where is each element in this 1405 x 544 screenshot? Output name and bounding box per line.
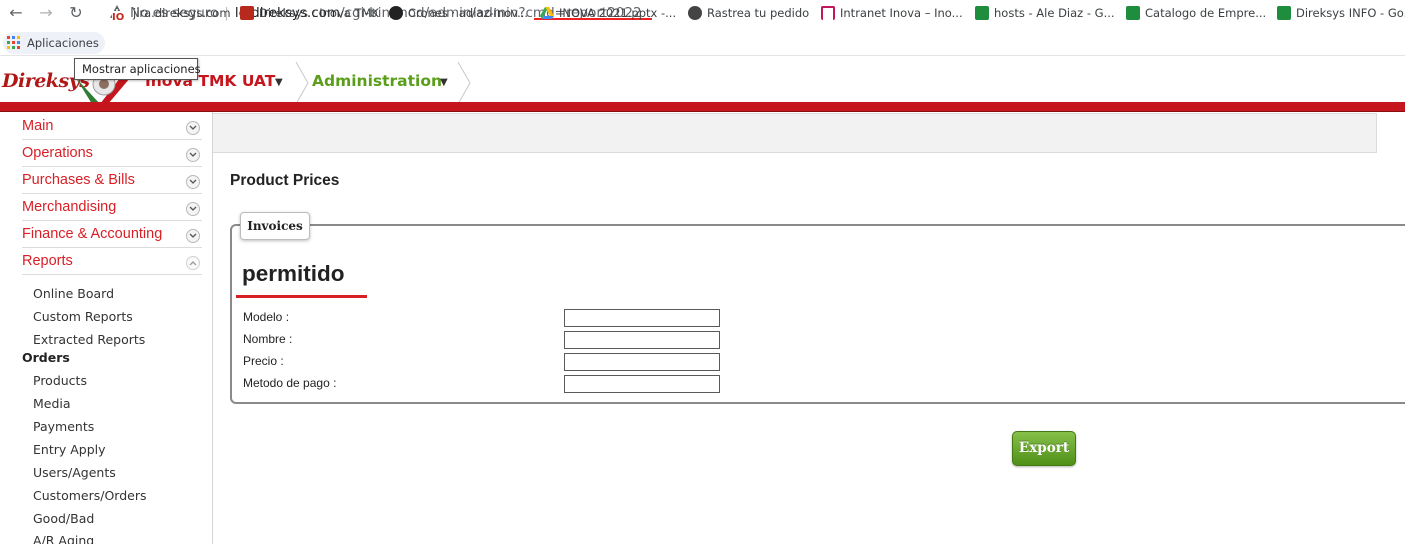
sidebar-section-label: Finance & Accounting bbox=[22, 226, 163, 242]
modelo-label: Modelo : bbox=[243, 310, 290, 324]
bookmark-direksys[interactable]: Direksys : Inova TMK bbox=[240, 5, 379, 23]
bookmark-hosts[interactable]: hosts - Ale Diaz - G... bbox=[975, 5, 1115, 23]
bookmark-label: jira.direksys.com bbox=[133, 6, 231, 20]
chevron-down-icon[interactable] bbox=[186, 148, 200, 162]
precio-label: Precio : bbox=[243, 354, 284, 368]
sidebar-item-online-board[interactable]: Online Board bbox=[33, 286, 114, 301]
metodo-pago-label: Metodo de pago : bbox=[243, 376, 337, 390]
sidebar-section-merchandising[interactable]: Merchandising bbox=[22, 194, 202, 221]
bookmark-label: Aplicaciones bbox=[27, 36, 99, 50]
bookmark-label: INOVA 2021.pptx -... bbox=[559, 6, 677, 20]
sidebar-section-purchases[interactable]: Purchases & Bills bbox=[22, 167, 202, 194]
sidebar-section-operations[interactable]: Operations bbox=[22, 140, 202, 167]
metodo-pago-input[interactable] bbox=[564, 375, 720, 393]
sidebar-section-label: Merchandising bbox=[22, 199, 117, 215]
sidebar-item-custom-reports[interactable]: Custom Reports bbox=[33, 309, 133, 324]
bookmark-intranet[interactable]: Intranet Inova – Ino... bbox=[821, 5, 963, 23]
direksys-icon bbox=[240, 6, 254, 20]
back-icon[interactable]: ← bbox=[6, 3, 26, 23]
sidebar-section-label: Reports bbox=[22, 253, 73, 269]
sheets-icon bbox=[1126, 6, 1140, 20]
export-button[interactable]: Export bbox=[1012, 431, 1076, 466]
tooltip: Mostrar aplicaciones bbox=[74, 58, 201, 80]
bookmark-label: Rastrea tu pedido bbox=[707, 6, 810, 20]
chevron-down-icon[interactable] bbox=[186, 229, 200, 243]
chevron-down-icon[interactable] bbox=[186, 202, 200, 216]
chevron-up-icon[interactable] bbox=[186, 256, 200, 270]
page-title: Product Prices bbox=[230, 172, 340, 189]
sidebar-group-orders: Orders bbox=[22, 350, 70, 365]
invoices-panel bbox=[230, 224, 1405, 404]
bookmark-direksys-info[interactable]: Direksys INFO - Go... bbox=[1277, 5, 1405, 23]
header-band bbox=[0, 102, 1405, 112]
bookmark-label: hosts - Ale Diaz - G... bbox=[994, 6, 1115, 20]
github-icon bbox=[389, 6, 403, 20]
sidebar-item-extracted-reports[interactable]: Extracted Reports bbox=[33, 332, 145, 347]
sidebar-item-payments[interactable]: Payments bbox=[33, 419, 94, 434]
bookmark-label: Intranet Inova – Ino... bbox=[840, 6, 963, 20]
app-dropdown-icon[interactable]: ▼ bbox=[275, 77, 283, 88]
app-header: Direksys Inova TMK UAT ▼ Administration … bbox=[0, 62, 1405, 104]
sidebar-section-finance[interactable]: Finance & Accounting bbox=[22, 221, 202, 248]
bookmark-label: Direksys : Inova TMK bbox=[259, 6, 379, 20]
bookmark-label: Catalogo de Empre... bbox=[1145, 6, 1267, 20]
sidebar-item-products[interactable]: Products bbox=[33, 373, 87, 388]
sheets-icon bbox=[975, 6, 989, 20]
bookmark-apps[interactable]: Aplicaciones bbox=[3, 32, 105, 54]
section-dropdown-icon[interactable]: ▼ bbox=[440, 77, 448, 88]
heading-annotation-underline bbox=[236, 295, 367, 298]
bookmark-catalogo[interactable]: Catalogo de Empre... bbox=[1126, 5, 1266, 23]
chevron-down-icon[interactable] bbox=[186, 121, 200, 135]
sidebar-section-label: Purchases & Bills bbox=[22, 172, 135, 188]
nombre-label: Nombre : bbox=[243, 332, 293, 346]
bookmark-jira[interactable]: IO jira.direksys.com bbox=[112, 5, 231, 25]
apps-grid-icon bbox=[7, 36, 21, 50]
intranet-icon bbox=[821, 6, 835, 20]
bookmark-label: Crones · adiaz-inov... bbox=[408, 6, 529, 20]
tab-invoices[interactable]: Invoices bbox=[240, 212, 310, 240]
sidebar-section-main[interactable]: Main bbox=[22, 113, 202, 140]
section-name: Administration bbox=[312, 72, 443, 90]
reload-icon[interactable]: ↻ bbox=[66, 3, 86, 23]
sidebar-item-good-bad[interactable]: Good/Bad bbox=[33, 511, 94, 526]
modelo-input[interactable] bbox=[564, 309, 720, 327]
chevron-down-icon[interactable] bbox=[186, 175, 200, 189]
forward-icon[interactable]: → bbox=[36, 3, 56, 23]
breadcrumb-separator-icon bbox=[295, 62, 309, 104]
sidebar-item-customers-orders[interactable]: Customers/Orders bbox=[33, 488, 146, 503]
sidebar-item-ar-aging[interactable]: A/R Aging bbox=[33, 533, 94, 544]
precio-input[interactable] bbox=[564, 353, 720, 371]
drive-icon bbox=[540, 7, 554, 19]
sheets-icon bbox=[1277, 6, 1291, 20]
sidebar-item-users-agents[interactable]: Users/Agents bbox=[33, 465, 116, 480]
section-selector[interactable]: Administration bbox=[312, 72, 442, 90]
sidebar-item-media[interactable]: Media bbox=[33, 396, 71, 411]
nombre-input[interactable] bbox=[564, 331, 720, 349]
bookmarks-bar bbox=[0, 30, 1405, 56]
bookmark-rastrea[interactable]: Rastrea tu pedido bbox=[688, 5, 809, 23]
sidebar-section-label: Operations bbox=[22, 145, 93, 161]
jira-icon: IO bbox=[112, 11, 128, 25]
bookmark-label: Direksys INFO - Go... bbox=[1296, 6, 1405, 20]
sidebar-section-label: Main bbox=[22, 118, 54, 134]
bookmark-inova-pptx[interactable]: INOVA 2021.pptx -... bbox=[540, 5, 676, 23]
breadcrumb-separator-icon bbox=[457, 62, 471, 104]
sidebar-section-reports[interactable]: Reports bbox=[22, 248, 202, 275]
section-heading: permitido bbox=[242, 261, 345, 286]
bookmark-crones[interactable]: Crones · adiaz-inov... bbox=[389, 5, 528, 23]
content-toolbar bbox=[213, 113, 1377, 153]
sidebar-item-entry-apply[interactable]: Entry Apply bbox=[33, 442, 106, 457]
globe-icon bbox=[688, 6, 702, 20]
